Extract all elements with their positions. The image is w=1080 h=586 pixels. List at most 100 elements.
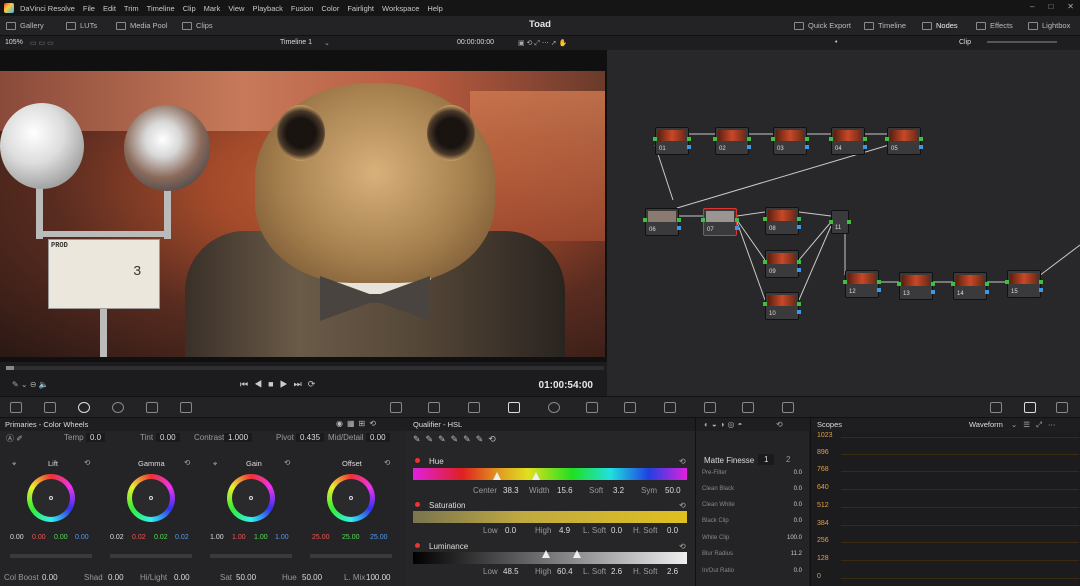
width-field[interactable]: 15.6	[557, 486, 573, 495]
matte-row-value[interactable]: 0.0	[794, 486, 802, 492]
gamma-b[interactable]: 0.02	[175, 534, 189, 541]
matte-row[interactable]: In/Out Ratio 0.0	[702, 568, 802, 574]
node-15[interactable]: 15	[1005, 270, 1043, 298]
tint-field[interactable]: 0.00	[156, 433, 180, 442]
luminance-gradient-bar[interactable]	[413, 552, 687, 564]
soft-field[interactable]: 3.2	[613, 486, 624, 495]
matte-row[interactable]: Clean Black 0.0	[702, 486, 802, 492]
temp-field[interactable]: 0.0	[86, 433, 106, 442]
sat-hsoft-field[interactable]: 0.0	[667, 526, 678, 535]
curves-icon[interactable]	[390, 402, 402, 413]
gamma-y[interactable]: 0.02	[110, 534, 124, 541]
hue-handle-left[interactable]	[493, 472, 501, 480]
reset-icon[interactable]: ⟲	[776, 420, 783, 429]
lum-lsoft-field[interactable]: 2.6	[611, 567, 622, 576]
effects-button[interactable]: Effects	[976, 21, 1013, 30]
node-14[interactable]: 14	[951, 272, 989, 300]
scope-settings-icon[interactable]	[990, 402, 1002, 413]
sat-high-field[interactable]: 4.9	[559, 526, 570, 535]
gamma-wheel[interactable]	[127, 474, 175, 522]
lmix-field[interactable]: 100.00	[366, 573, 390, 582]
lum-handle-high[interactable]	[573, 550, 581, 558]
node-06[interactable]: 06	[643, 208, 681, 236]
node-08[interactable]: 08	[763, 207, 801, 235]
node-07[interactable]: 07	[701, 208, 739, 236]
color-warper-icon[interactable]	[428, 402, 440, 413]
sat-field[interactable]: 50.00	[236, 573, 256, 582]
matte-tab-1[interactable]: 1	[758, 454, 775, 465]
contrast-field[interactable]: 1.000	[224, 433, 253, 442]
lum-low-field[interactable]: 48.5	[503, 567, 519, 576]
menu-help[interactable]: Help	[427, 4, 442, 13]
qualifier-picker-icons[interactable]: ✎✎✎✎✎✎⟲	[413, 434, 501, 445]
viewer[interactable]: PROD 3	[0, 50, 607, 362]
menu-edit[interactable]: Edit	[103, 4, 116, 13]
menu-fairlight[interactable]: Fairlight	[347, 4, 374, 13]
maximize-icon[interactable]: □	[1048, 2, 1053, 11]
gain-wheel[interactable]	[227, 474, 275, 522]
magic-mask-icon[interactable]	[624, 402, 636, 413]
node-04[interactable]: 04	[829, 127, 867, 155]
timeline-selector[interactable]: Timeline 1	[280, 39, 312, 46]
node-13[interactable]: 13	[897, 272, 935, 300]
chevron-down-icon[interactable]: ⌄	[324, 39, 330, 47]
color-match-icon[interactable]	[44, 402, 56, 413]
menu-fusion[interactable]: Fusion	[291, 4, 314, 13]
menu-playback[interactable]: Playback	[252, 4, 282, 13]
reset-icon[interactable]: ⟲	[679, 542, 686, 551]
tracker-icon[interactable]	[586, 402, 598, 413]
reset-icon[interactable]: ⟲	[184, 458, 190, 467]
matte-row[interactable]: Clean White 0.0	[702, 502, 802, 508]
menu-view[interactable]: View	[228, 4, 244, 13]
lum-handle-low[interactable]	[542, 550, 550, 558]
lift-master-bar[interactable]	[10, 554, 92, 558]
saturation-gradient-bar[interactable]	[413, 511, 687, 523]
matte-row-value[interactable]: 0.0	[794, 568, 802, 574]
gain-y[interactable]: 1.00	[210, 534, 224, 541]
qualifier-icon[interactable]	[508, 402, 520, 413]
hue-enable-dot[interactable]	[415, 458, 420, 463]
close-icon[interactable]: ✕	[1067, 2, 1074, 11]
shad-field[interactable]: 0.00	[108, 573, 124, 582]
hue-handle-right[interactable]	[532, 472, 540, 480]
viewer-timecode-top[interactable]: 00:00:00:00	[457, 39, 494, 46]
matte-row-value[interactable]: 11.2	[791, 551, 802, 557]
gain-master-bar[interactable]	[210, 554, 292, 558]
node-11[interactable]: 11	[829, 210, 851, 234]
node-graph[interactable]: 01 02 03 04 05 06 07 08 09 10 11 12 13 1…	[607, 50, 1080, 396]
reset-icon[interactable]: ⟲	[84, 458, 90, 467]
colboost-field[interactable]: 0.00	[42, 573, 58, 582]
hue-field[interactable]: 50.00	[302, 573, 322, 582]
node-10[interactable]: 10	[763, 292, 801, 320]
panel-options-icon[interactable]: ◉▦⊞⟲	[336, 419, 380, 428]
node-12[interactable]: 12	[843, 270, 881, 298]
motion-effects-icon[interactable]	[180, 402, 192, 413]
hilight-field[interactable]: 0.00	[174, 573, 190, 582]
crosshair-icon[interactable]: ⌖	[213, 459, 217, 469]
matte-row-value[interactable]: 100.0	[787, 535, 802, 541]
zoom-level[interactable]: 105%	[5, 39, 23, 46]
viewer-options-icons[interactable]: ▭ ▭ ▭	[30, 39, 54, 47]
gain-g[interactable]: 1.00	[254, 534, 268, 541]
lightbox-button[interactable]: Lightbox	[1028, 21, 1070, 30]
offset-g[interactable]: 25.00	[342, 534, 360, 541]
saturation-enable-dot[interactable]	[415, 502, 420, 507]
scope-options-icons[interactable]: ⌄☰⤢⋯	[1011, 420, 1062, 430]
pivot-field[interactable]: 0.435	[296, 433, 325, 442]
sizing-icon[interactable]	[742, 402, 754, 413]
matte-row[interactable]: Pre-Filter 0.0	[702, 470, 802, 476]
offset-r[interactable]: 25.00	[312, 534, 330, 541]
lum-hsoft-field[interactable]: 2.6	[667, 567, 678, 576]
menu-timeline[interactable]: Timeline	[147, 4, 175, 13]
eyedropper-icon[interactable]: ✎ ⌄ ⊖ 🔈	[12, 380, 49, 389]
gain-r[interactable]: 1.00	[232, 534, 246, 541]
crosshair-icon[interactable]: ⌖	[12, 459, 16, 469]
matte-row[interactable]: Blur Radius 11.2	[702, 551, 802, 557]
hue-curves-icon[interactable]	[468, 402, 480, 413]
viewer-tools-icons[interactable]: ▣ ⟲ ⤢ ⋯ ➚ ✋	[518, 39, 567, 48]
offset-master-bar[interactable]	[310, 554, 392, 558]
node-09[interactable]: 09	[763, 250, 801, 278]
menu-trim[interactable]: Trim	[124, 4, 139, 13]
matte-row-value[interactable]: 0.0	[794, 518, 802, 524]
lift-g[interactable]: 0.00	[54, 534, 68, 541]
